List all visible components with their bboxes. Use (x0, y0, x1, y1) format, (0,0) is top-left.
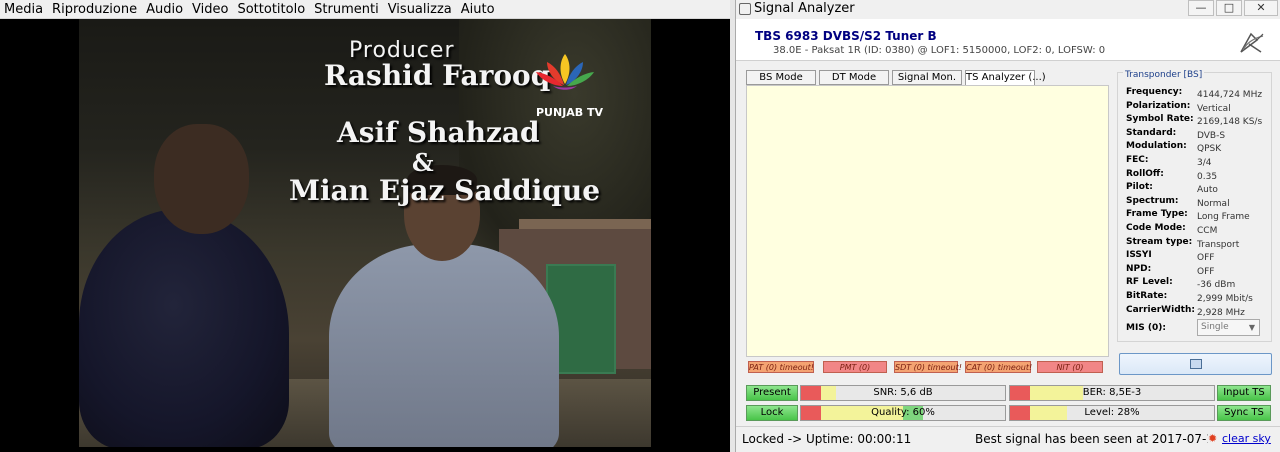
tab-dt-mode[interactable]: DT Mode (819, 70, 889, 85)
table-pat: PAT (0) timeout! (748, 361, 815, 373)
app-icon (739, 3, 751, 15)
menu-audio[interactable]: Audio (146, 2, 183, 17)
channel-logo-text: PUNJAB TV (536, 106, 604, 119)
present-indicator[interactable]: Present (746, 385, 798, 401)
transponder-value: -36 dBm (1197, 280, 1236, 291)
credit-name-1: Asif Shahzad (337, 116, 540, 149)
transponder-key: ISSYI (1126, 250, 1152, 261)
tuner-name: TBS 6983 DVBS/S2 Tuner B (755, 29, 937, 43)
best-signal-text: Best signal has been seen at 2017-07-11 (975, 432, 1208, 446)
transponder-value: CCM (1197, 226, 1218, 236)
transponder-key: Frame Type: (1126, 209, 1188, 220)
analyzer-titlebar[interactable]: Signal Analyzer — □ ✕ (736, 0, 1280, 19)
menu-riproduzione[interactable]: Riproduzione (52, 2, 137, 17)
quality-label: Quality: 60% (871, 407, 935, 418)
sync-ts-indicator[interactable]: Sync TS (1217, 405, 1271, 421)
transponder-value: 2,999 Mbit/s (1197, 294, 1253, 304)
transponder-value: Vertical (1197, 103, 1231, 114)
transponder-key: Standard: (1126, 127, 1177, 138)
media-player: Media Riproduzione Audio Video Sottotito… (0, 0, 735, 452)
mis-select[interactable]: Single ▼ (1197, 319, 1260, 336)
transponder-value: OFF (1197, 253, 1215, 264)
input-ts-indicator[interactable]: Input TS (1217, 385, 1271, 401)
tuner-info: 38.0E - Paksat 1R (ID: 0380) @ LOF1: 515… (773, 45, 1106, 56)
transponder-value: Normal (1197, 198, 1230, 209)
signal-analyzer-window: Signal Analyzer — □ ✕ TBS 6983 DVBS/S2 T… (735, 0, 1280, 452)
menu-aiuto[interactable]: Aiuto (461, 2, 495, 17)
ber-meter: BER: 8,5E-3 (1009, 385, 1215, 401)
star-icon: ✹ (1208, 432, 1218, 445)
transponder-value: DVB-S (1197, 130, 1226, 141)
transponder-key: BitRate: (1126, 291, 1168, 301)
menu-strumenti[interactable]: Strumenti (314, 2, 379, 17)
transponder-value: 2169,148 KS/s (1197, 117, 1263, 128)
quality-meter: Quality: 60% (800, 405, 1006, 421)
snr-label: SNR: 5,6 dB (873, 387, 933, 398)
table-cat: CAT (0) timeout! (965, 361, 1033, 373)
display-toggle-button[interactable] (1119, 353, 1272, 375)
transponder-key: Pilot: (1126, 182, 1153, 193)
tab-bs-mode[interactable]: BS Mode (746, 70, 816, 85)
transponder-key: Stream type: (1126, 236, 1193, 247)
maximize-button[interactable]: □ (1216, 0, 1242, 16)
transponder-value: Transport (1197, 239, 1240, 250)
transponder-value: 0.35 (1197, 171, 1218, 182)
transponder-value: QPSK (1197, 144, 1222, 155)
window-title: Signal Analyzer (754, 1, 855, 16)
transponder-key: RollOff: (1126, 168, 1164, 179)
uptime-text: Locked -> Uptime: 00:00:11 (742, 432, 912, 446)
satellite-dish-icon[interactable] (1237, 30, 1267, 56)
table-pmt: PMT (0) (823, 361, 887, 373)
menu-media[interactable]: Media (4, 2, 43, 17)
menu-visualizza[interactable]: Visualizza (388, 2, 452, 17)
minimize-button[interactable]: — (1188, 0, 1214, 16)
transponder-value: 4144,724 MHz (1197, 90, 1263, 100)
transponder-key: FEC: (1126, 155, 1149, 165)
status-bar: Locked -> Uptime: 00:00:11 Best signal h… (736, 426, 1280, 452)
window-icon (1190, 359, 1202, 369)
transponder-value: 3/4 (1197, 158, 1212, 168)
credit-producer-name: Rashid Farooq (324, 59, 551, 92)
ts-analyzer-panel (746, 85, 1109, 357)
transponder-value: OFF (1197, 266, 1215, 277)
scene-man-right (329, 244, 559, 447)
credit-name-2: Mian Ejaz Saddique (289, 174, 601, 207)
scene-man-left (79, 209, 289, 447)
ber-label: BER: 8,5E-3 (1082, 387, 1142, 398)
table-sdt: SDT (0) timeout! (894, 361, 962, 373)
lock-indicator[interactable]: Lock (746, 405, 798, 421)
transponder-key: RF Level: (1126, 277, 1173, 288)
mis-select-value: Single (1201, 322, 1229, 332)
tab-ts-analyzer[interactable]: TS Analyzer (...) (965, 70, 1046, 86)
player-menubar: Media Riproduzione Audio Video Sottotito… (0, 0, 735, 19)
transponder-key: Frequency: (1126, 87, 1183, 97)
snr-meter: SNR: 5,6 dB (800, 385, 1006, 401)
screen: Media Riproduzione Audio Video Sottotito… (0, 0, 1280, 452)
close-button[interactable]: ✕ (1244, 0, 1278, 16)
mis-label: MIS (0): (1126, 323, 1167, 333)
transponder-key: Polarization: (1126, 100, 1191, 111)
transponder-value: 2,928 MHz (1197, 307, 1245, 318)
table-nit: NIT (0) (1037, 361, 1103, 373)
transponder-key: CarrierWidth: (1126, 304, 1195, 315)
transponder-value: Long Frame (1197, 212, 1250, 223)
transponder-key: Spectrum: (1126, 195, 1179, 206)
menu-sottotitolo[interactable]: Sottotitolo (237, 2, 305, 17)
transponder-value: Auto (1197, 185, 1218, 196)
scene-man-left-head (154, 124, 249, 234)
transponder-key: Modulation: (1126, 141, 1187, 152)
transponder-key: Code Mode: (1126, 223, 1186, 233)
punjab-tv-logo-icon (536, 54, 594, 90)
clear-sky-link[interactable]: clear sky (1222, 432, 1271, 445)
menu-video[interactable]: Video (192, 2, 228, 17)
tab-signal-mon[interactable]: Signal Mon. (892, 70, 962, 85)
level-label: Level: 28% (1084, 407, 1140, 418)
transponder-key: NPD: (1126, 263, 1152, 274)
transponder-title: Transponder [BS] (1123, 70, 1205, 80)
level-meter: Level: 28% (1009, 405, 1215, 421)
transponder-key: Symbol Rate: (1126, 114, 1194, 125)
credit-ampersand: & (412, 148, 434, 177)
chevron-down-icon: ▼ (1248, 323, 1255, 332)
